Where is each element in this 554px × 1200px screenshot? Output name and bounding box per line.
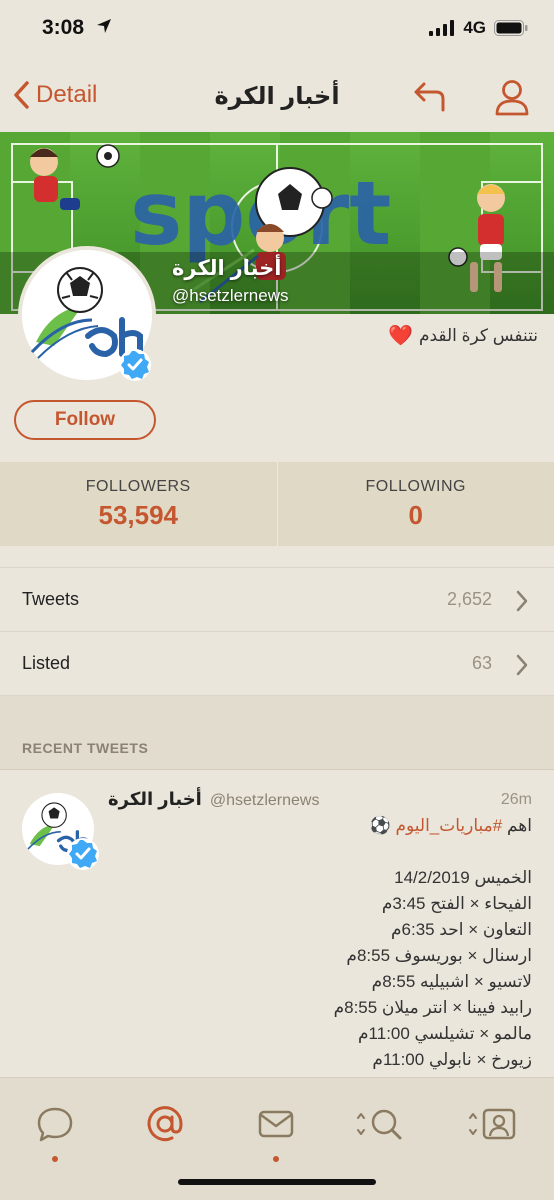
signal-icon (429, 20, 455, 36)
verified-badge-icon (67, 838, 99, 870)
network-type: 4G (463, 18, 486, 37)
tweet-prefix: اهم (506, 816, 532, 835)
envelope-icon (258, 1110, 294, 1138)
section-divider (0, 546, 554, 568)
soccer-ball-emoji: ⚽ (369, 816, 391, 835)
tweet-line: زيورخ × نابولي 11:00م (372, 1050, 532, 1069)
tweet-line: لاتسيو × اشبيليه 8:55م (371, 972, 532, 991)
following-stat[interactable]: FOLLOWING 0 (276, 462, 554, 546)
home-indicator[interactable] (178, 1179, 376, 1185)
chevron-right-icon (516, 590, 528, 612)
tweet-author-handle: @hsetzlernews (209, 792, 320, 809)
tweet-line: التعاون × احد 6:35م (391, 920, 532, 939)
tab-mentions[interactable] (135, 1094, 195, 1154)
tab-search[interactable] (350, 1094, 410, 1154)
followers-stat[interactable]: FOLLOWERS 53,594 (0, 462, 277, 546)
listed-row-label: Listed (22, 653, 71, 673)
status-bar: 3:08 4G (0, 0, 554, 58)
reply-arrow-icon (414, 82, 445, 112)
battery-icon (494, 20, 528, 36)
status-indicators: 4G (429, 18, 528, 38)
stats-panel: FOLLOWERS 53,594 FOLLOWING 0 (0, 462, 554, 546)
person-icon (495, 80, 529, 116)
profile-bio: نتنفس كرة القدم ❤️ (388, 323, 538, 348)
status-time: 3:08 (42, 16, 85, 39)
recent-tweets-label: RECENT TWEETS (22, 740, 149, 756)
tweet-line: الفيحاء × الفتح 3:45م (381, 894, 532, 913)
page-title: أخبار الكرة (214, 83, 340, 110)
tweets-row-count: 2,652 (446, 589, 492, 609)
navigation-bar: Detail أخبار الكرة (0, 58, 554, 132)
tweet-timestamp: 26m (500, 791, 532, 808)
profile-handle: @hsetzlernews (172, 286, 289, 305)
followers-count: 53,594 (98, 499, 179, 530)
chevron-right-icon (516, 654, 528, 676)
followers-label: FOLLOWERS (85, 477, 191, 495)
profile-card-icon (469, 1108, 516, 1140)
tab-profile[interactable] (462, 1094, 522, 1154)
reply-button[interactable] (412, 80, 448, 117)
tweets-row[interactable]: Tweets 2,652 (0, 568, 554, 632)
tweet-author-name: أخبار الكرة (108, 789, 202, 809)
tweet-line: رابيد فيينا × انتر ميلان 8:55م (333, 998, 532, 1017)
unread-dot (273, 1156, 279, 1162)
bio-text: نتنفس كرة القدم (418, 325, 538, 345)
tweet-line: الخميس 14/2/2019 (394, 868, 532, 887)
following-count: 0 (408, 499, 423, 530)
tab-timeline[interactable] (25, 1094, 85, 1162)
tab-messages[interactable] (246, 1094, 306, 1162)
tweet-blank-line (112, 839, 532, 865)
verified-badge-icon (119, 349, 151, 381)
listed-row[interactable]: Listed 63 (0, 632, 554, 696)
listed-row-count: 63 (471, 653, 492, 673)
follow-button[interactable]: Follow (14, 400, 156, 440)
tweet-header: أخبار الكرة @hsetzlernews (108, 789, 319, 810)
search-icon (357, 1109, 402, 1140)
tweet-line: ارسنال × بوريسوف 8:55م (346, 946, 532, 965)
unread-dot (52, 1156, 58, 1162)
tweet-line: اهم #مباريات_اليوم ⚽ (112, 813, 532, 839)
tweet-line: مالمو × تشيلسي 11:00م (358, 1024, 532, 1043)
tweet-body: اهم #مباريات_اليوم ⚽ الخميس 14/2/2019 ال… (112, 813, 532, 1073)
following-label: FOLLOWING (365, 477, 466, 495)
tweet-item[interactable]: أخبار الكرة @hsetzlernews 26m اهم #مباري… (0, 771, 554, 1077)
tweets-row-label: Tweets (22, 589, 80, 609)
heart-emoji: ❤️ (388, 325, 413, 347)
profile-button[interactable] (494, 78, 530, 121)
location-arrow-icon (97, 19, 111, 33)
profile-name: أخبار الكرة (172, 257, 282, 280)
mention-at-icon (147, 1106, 183, 1142)
chat-bubble-icon (37, 1107, 73, 1142)
hashtag-link[interactable]: #مباريات_اليوم (395, 816, 502, 835)
recent-tweets-header: RECENT TWEETS (0, 696, 554, 770)
